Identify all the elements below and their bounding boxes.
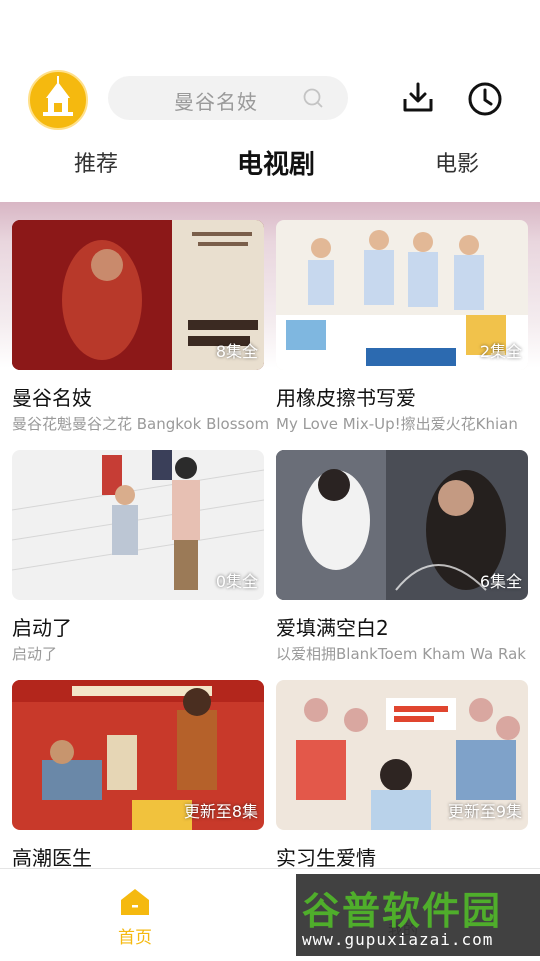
poster-thumbnail[interactable]: 0集全 [12,450,264,600]
nav-home-label: 首页 [118,928,152,948]
watermark-url: www.gupuxiazai.com [302,930,494,949]
drama-title[interactable]: 高潮医生 [12,842,264,871]
download-icon[interactable] [400,80,436,116]
nav-home[interactable]: 首页 [110,887,160,948]
poster-thumbnail[interactable]: 更新至8集 [12,680,264,830]
drama-title[interactable]: 用橡皮擦书写爱 [276,382,528,411]
temple-logo[interactable] [28,70,88,130]
search-bar[interactable]: 曼谷名妓 [108,76,348,120]
poster-thumbnail[interactable]: 更新至9集 [276,680,528,830]
status-area [0,0,540,70]
search-placeholder[interactable]: 曼谷名妓 [174,86,258,115]
drama-title[interactable]: 曼谷名妓 [12,382,264,411]
home-icon [121,889,149,915]
episode-badge: 更新至8集 [183,802,258,821]
drama-title[interactable]: 启动了 [12,612,264,641]
episode-badge: 6集全 [479,572,522,591]
drama-title[interactable]: 爱填满空白2 [276,612,528,641]
drama-card[interactable]: 8集全 曼谷名妓 曼谷花魁曼谷之花 Bangkok Blossom [12,220,269,434]
poster-thumbnail[interactable]: 8集全 [12,220,264,370]
episode-badge: 更新至9集 [447,802,522,821]
drama-subtitle: 曼谷花魁曼谷之花 Bangkok Blossom [12,415,270,433]
header: 曼谷名妓 [0,70,540,130]
poster-thumbnail[interactable]: 2集全 [276,220,528,370]
watermark-text: 谷普软件园 [302,889,503,933]
watermark-overlay: 谷普软件园 www.gupuxiazai.com [296,874,540,956]
drama-card[interactable]: 0集全 启动了 启动了 [12,450,264,664]
episode-badge: 0集全 [215,572,258,591]
tab-movies[interactable]: 电影 [435,140,479,190]
drama-subtitle: 以爱相拥BlankToem Kham Wa Rak [276,645,526,663]
drama-card[interactable]: 更新至8集 高潮医生 [12,680,264,871]
category-tabs: 推荐 电视剧 电影 [0,140,540,190]
history-clock-icon[interactable] [466,80,504,118]
drama-subtitle: 启动了 [12,645,58,663]
episode-badge: 2集全 [479,342,522,361]
drama-card[interactable]: 2集全 用橡皮擦书写爱 My Love Mix-Up!擦出爱火花Khian [276,220,528,434]
drama-card[interactable]: 更新至9集 实习生爱情 [276,680,528,871]
tab-recommend[interactable]: 推荐 [74,140,118,190]
poster-thumbnail[interactable]: 6集全 [276,450,528,600]
drama-title[interactable]: 实习生爱情 [276,842,528,871]
drama-card[interactable]: 6集全 爱填满空白2 以爱相拥BlankToem Kham Wa Rak [276,450,528,664]
search-icon[interactable] [302,87,324,109]
tab-tv-series[interactable]: 电视剧 [237,140,315,190]
episode-badge: 8集全 [215,342,258,361]
drama-subtitle: My Love Mix-Up!擦出爱火花Khian [276,415,518,433]
